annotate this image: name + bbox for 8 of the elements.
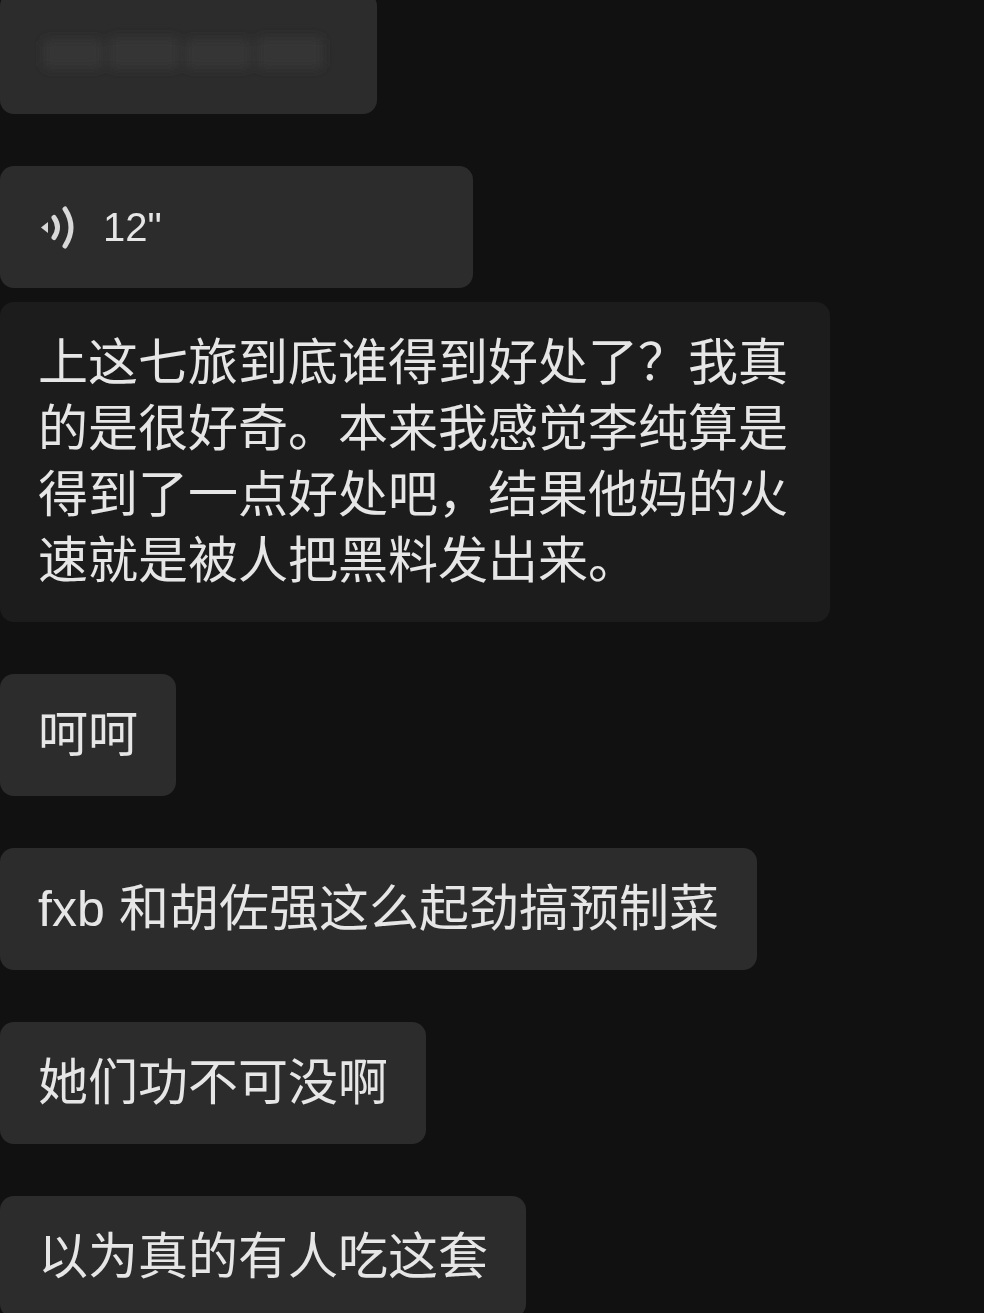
voice-duration: 12" <box>103 204 162 251</box>
message-text: 呵呵 <box>38 706 138 765</box>
message-text: 以为真的有人吃这套 <box>38 1228 488 1287</box>
sound-wave-icon <box>40 205 77 249</box>
message-text: fxb 和胡佐强这么起劲搞预制菜 <box>38 880 719 939</box>
message-text: 她们功不可没啊 <box>38 1054 388 1113</box>
voice-message-bubble[interactable]: 12" <box>0 166 473 288</box>
message-text: 上这七旅到底谁得到好处了？我真的是很好奇。本来我感觉李纯算是得到了一点好处吧，结果他妈的火速就是被人把黑料发出来。 <box>38 334 789 591</box>
